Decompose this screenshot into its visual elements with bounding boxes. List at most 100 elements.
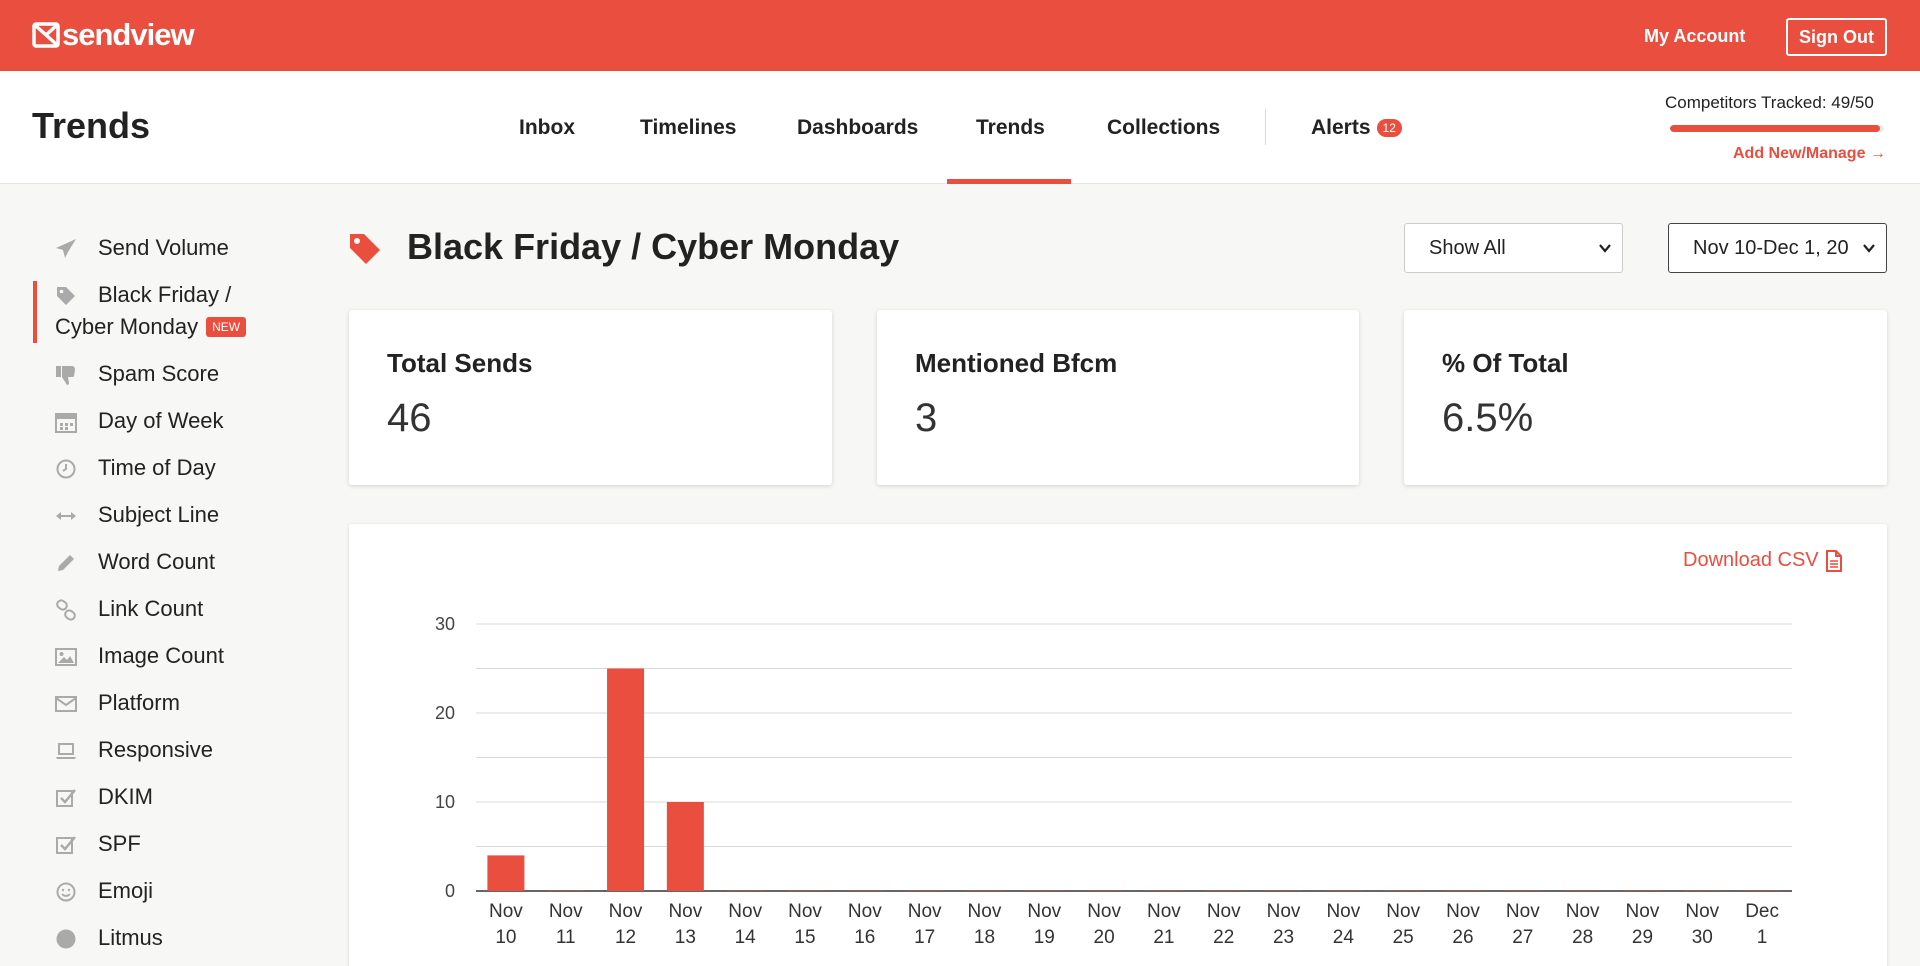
x-tick-label: Nov 12	[609, 901, 643, 948]
chart-bar	[1205, 890, 1243, 891]
arrows-horizontal-icon	[56, 512, 76, 520]
sidebar-item-label: Image Count	[98, 643, 224, 668]
x-tick-label: Nov 15	[788, 901, 822, 948]
send-chart: 0 10 20 30 Nov 10 Nov 11 Nov 12 Nov 13 Nov 14 Nov 15 Nov…	[435, 614, 1792, 948]
x-tick-label: Nov 27	[1506, 901, 1540, 948]
x-tick-label: Nov 29	[1626, 901, 1660, 948]
x-tick-label: Nov 13	[668, 901, 702, 948]
chart-bar	[906, 890, 944, 891]
sidebar-item-label: Link Count	[98, 596, 204, 621]
nav-alerts-label: Alerts	[1311, 116, 1371, 139]
nav-dashboards[interactable]: Dashboards	[797, 116, 918, 140]
sub-header: Trends Inbox Timelines Dashboards Trends…	[0, 71, 1920, 184]
sidebar-item-label: Spam Score	[98, 361, 220, 386]
chart-bar	[786, 890, 824, 891]
sidebar-active-indicator	[33, 281, 37, 343]
x-tick-label: Nov 22	[1207, 901, 1241, 948]
sidebar-item-label: Subject Line	[98, 502, 220, 527]
chart-bar	[965, 890, 1003, 891]
chart-bar	[1623, 890, 1661, 891]
x-tick-label: Nov 10	[489, 901, 523, 948]
chart-bar	[547, 890, 585, 891]
add-manage-link[interactable]: Add New/Manage →	[1733, 145, 1886, 163]
calendar-icon	[55, 413, 77, 433]
chart-bar	[846, 890, 884, 891]
sidebar-item-label: SPF	[98, 831, 141, 856]
date-range-select[interactable]: Nov 10-Dec 1, 20	[1668, 223, 1887, 273]
section-title: Black Friday / Cyber Monday	[407, 226, 900, 267]
x-tick-label: Nov 25	[1386, 901, 1420, 948]
link-icon	[56, 599, 76, 621]
chart-bar	[607, 668, 645, 891]
x-tick-label: Nov 19	[1027, 901, 1061, 948]
nav-trends[interactable]: Trends	[976, 116, 1045, 140]
smile-icon	[56, 882, 76, 902]
filter-select-value: Show All	[1429, 236, 1506, 259]
checkbox-icon	[56, 836, 76, 854]
x-tick-label: Dec 1	[1745, 901, 1779, 948]
new-badge: NEW	[206, 317, 247, 337]
chart-bar	[726, 890, 764, 891]
nav-timelines[interactable]: Timelines	[640, 116, 737, 140]
laptop-icon	[56, 743, 76, 759]
page-title: Trends	[32, 105, 151, 146]
top-bar: sendview My Account Sign Out	[0, 0, 1920, 71]
x-tick-label: Nov 26	[1446, 901, 1480, 948]
chevron-down-icon	[1599, 244, 1611, 253]
chart-bar	[1683, 890, 1721, 891]
stat-card-mentioned-bfcm: Mentioned Bfcm 3	[877, 310, 1359, 485]
brand-name: sendview	[62, 17, 195, 52]
x-tick-label: Nov 18	[968, 901, 1002, 948]
image-icon	[55, 648, 77, 666]
tag-icon	[350, 234, 380, 264]
x-tick-label: Nov 17	[908, 901, 942, 948]
stat-label: Mentioned Bfcm	[915, 348, 1118, 378]
envelope-icon	[55, 696, 77, 712]
filter-select[interactable]: Show All	[1404, 223, 1623, 273]
x-tick-label: Nov 20	[1087, 901, 1121, 948]
chart-bar	[487, 855, 525, 891]
competitors-tracked-progress-fill	[1670, 125, 1880, 132]
chart-bar	[1324, 890, 1362, 891]
chart-bar	[1145, 890, 1183, 891]
y-tick-label: 0	[445, 881, 455, 901]
stat-value: 3	[915, 396, 938, 440]
chart-bar	[1743, 890, 1781, 891]
x-tick-label: Nov 30	[1685, 901, 1719, 948]
nav-alerts[interactable]: Alerts 12	[1311, 116, 1402, 140]
nav-inbox[interactable]: Inbox	[519, 116, 575, 140]
chart-bar	[1025, 890, 1063, 891]
sidebar-item-label: Responsive	[98, 737, 213, 762]
sidebar-item-label: Send Volume	[98, 235, 229, 260]
sidebar-item-label: Time of Day	[98, 455, 216, 480]
x-tick-label: Nov 23	[1267, 901, 1301, 948]
logo-mark-icon	[32, 22, 60, 48]
sidebar-item-label: Word Count	[98, 549, 215, 574]
sidebar-item-label: Day of Week	[98, 408, 224, 433]
stat-label: Total Sends	[387, 348, 533, 378]
sidebar-item-label: Litmus	[98, 925, 163, 950]
chart-bar	[1265, 890, 1303, 891]
nav-divider	[1265, 109, 1266, 145]
x-tick-label: Nov 21	[1147, 901, 1181, 948]
my-account-link[interactable]: My Account	[1644, 26, 1745, 47]
chart-bar	[1384, 890, 1422, 891]
chart-bar	[1085, 890, 1123, 891]
stat-value: 6.5%	[1442, 396, 1534, 440]
nav-collections[interactable]: Collections	[1107, 116, 1220, 140]
thumbs-down-icon	[56, 366, 75, 385]
chart-bar	[1444, 890, 1482, 891]
date-range-select-value: Nov 10-Dec 1, 20	[1693, 236, 1849, 259]
sign-out-button[interactable]: Sign Out	[1786, 18, 1887, 56]
checkbox-icon	[56, 789, 76, 807]
y-tick-label: 30	[435, 614, 455, 634]
chart-bar	[1504, 890, 1542, 891]
x-tick-label: Nov 11	[549, 901, 583, 948]
circle-icon	[56, 929, 76, 949]
brand-logo[interactable]: sendview	[32, 17, 195, 52]
stat-card-percent-of-total: % Of Total 6.5%	[1404, 310, 1887, 485]
competitors-tracked-label: Competitors Tracked: 49/50	[1665, 93, 1874, 112]
paper-plane-icon	[56, 239, 76, 258]
sidebar-item-label-2: Cyber Monday	[55, 314, 199, 339]
x-tick-label: Nov 16	[848, 901, 882, 948]
